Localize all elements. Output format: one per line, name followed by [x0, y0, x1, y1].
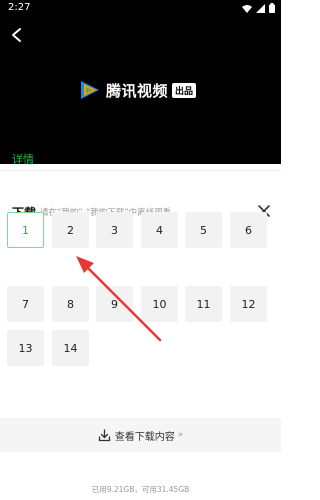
- episode-1-button[interactable]: 1: [7, 212, 44, 248]
- status-bar: 2:27: [0, 0, 281, 18]
- episode-5-button[interactable]: 5: [185, 212, 222, 248]
- logo-badge: 出品: [172, 82, 197, 98]
- episode-9-button[interactable]: 9: [96, 286, 133, 322]
- tencent-video-logo: 腾讯视频 出品: [79, 80, 197, 100]
- status-icons: [242, 3, 275, 13]
- tab-details[interactable]: 详情: [12, 151, 34, 167]
- episode-6-button[interactable]: 6: [230, 212, 267, 248]
- episode-14-button[interactable]: 14: [52, 330, 89, 366]
- download-icon: [98, 428, 110, 441]
- signal-icon: [256, 3, 265, 13]
- chevron-right-icon: »: [177, 430, 184, 440]
- episode-11-button[interactable]: 11: [185, 286, 222, 322]
- divider: [0, 170, 281, 171]
- episode-12-button[interactable]: 12: [230, 286, 267, 322]
- episode-13-button[interactable]: 13: [7, 330, 44, 366]
- logo-text: 腾讯视频: [106, 81, 169, 100]
- episode-4-button[interactable]: 4: [141, 212, 178, 248]
- episode-2-button[interactable]: 2: [52, 212, 89, 248]
- episode-10-button[interactable]: 10: [141, 286, 178, 322]
- video-player[interactable]: 2:27 腾讯视频 出品: [0, 0, 281, 164]
- episode-7-button[interactable]: 7: [7, 286, 44, 322]
- episode-3-button[interactable]: 3: [96, 212, 133, 248]
- status-time: 2:27: [8, 2, 31, 13]
- view-downloads-label: 查看下载内容: [114, 431, 175, 443]
- tencent-video-play-icon: [81, 81, 99, 99]
- battery-icon: [269, 3, 275, 13]
- storage-info: 已用9.21GB，可用31.45GB: [91, 485, 190, 494]
- back-icon[interactable]: [8, 24, 26, 46]
- wifi-icon: [242, 4, 252, 13]
- view-downloads-button[interactable]: 查看下载内容 »: [0, 418, 281, 452]
- episode-8-button[interactable]: 8: [52, 286, 89, 322]
